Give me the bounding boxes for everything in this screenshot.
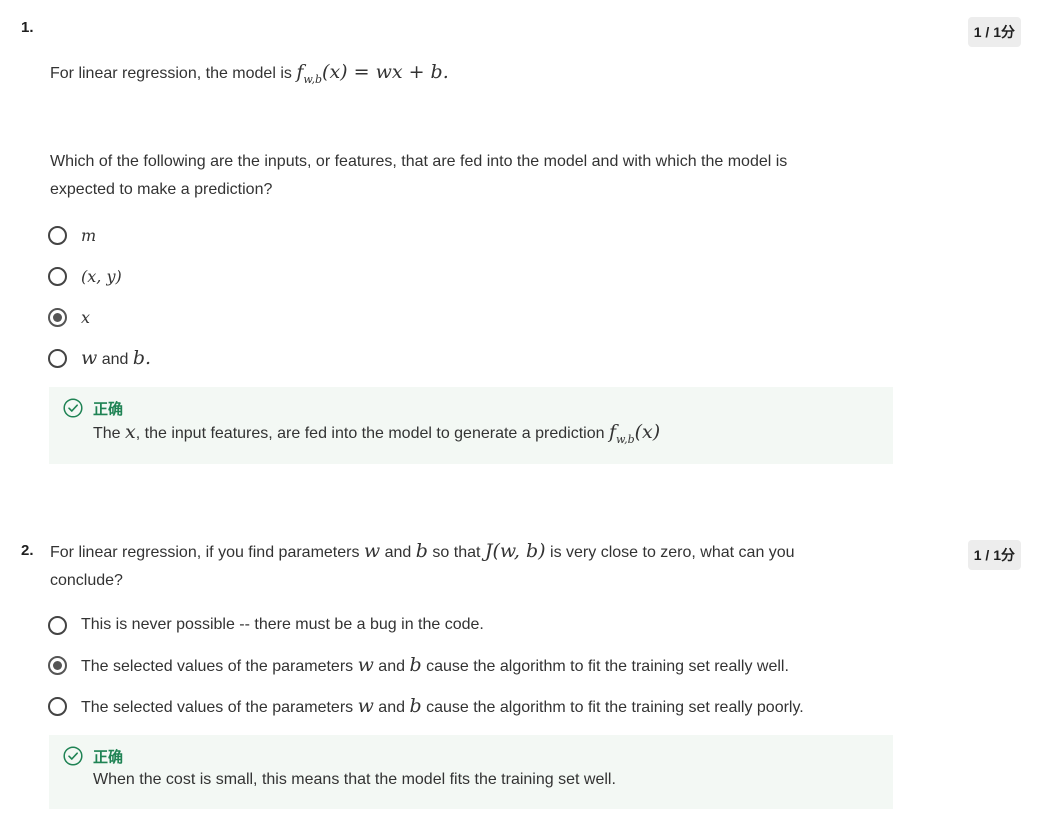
- radio-dot-icon: [53, 660, 62, 670]
- radio-button[interactable]: [48, 696, 67, 716]
- feedback-title: 正确: [93, 400, 124, 418]
- radio-dot-icon: [53, 312, 62, 322]
- question-2-number: 2.: [21, 542, 34, 559]
- option-label: m: [81, 225, 97, 245]
- radio-button[interactable]: [48, 615, 67, 635]
- check-circle-icon: [63, 746, 83, 766]
- q2-option-0[interactable]: This is never possible -- there must be …: [48, 611, 484, 639]
- q2-option-2[interactable]: The selected values of the parameters w …: [48, 692, 804, 720]
- radio-button-selected[interactable]: [48, 307, 67, 327]
- q1-option-3[interactable]: w and b.: [48, 344, 151, 372]
- radio-button-selected[interactable]: [48, 655, 67, 675]
- question-1-feedback: 正确 The x, the input features, are fed in…: [49, 387, 893, 464]
- check-circle-icon: [63, 398, 83, 418]
- q2-option-1[interactable]: The selected values of the parameters w …: [48, 651, 789, 679]
- question-2-stem: For linear regression, if you find param…: [50, 540, 795, 589]
- question-1-score: 1 / 1分: [967, 17, 1021, 47]
- stem-prefix: For linear regression, the model is: [50, 65, 297, 82]
- option-label: The selected values of the parameters w …: [81, 654, 789, 676]
- question-1-stem: For linear regression, the model is fw,b…: [50, 58, 449, 94]
- question-1-text: Which of the following are the inputs, o…: [50, 153, 788, 198]
- question-2-score: 1 / 1分: [967, 540, 1021, 570]
- radio-button[interactable]: [48, 266, 67, 286]
- option-label: x: [81, 307, 91, 327]
- feedback-title: 正确: [93, 748, 124, 766]
- q1-option-1[interactable]: (x, y): [48, 262, 122, 290]
- stem-formula: fw,b(x) = wx + b.: [296, 61, 449, 86]
- option-label: This is never possible -- there must be …: [81, 616, 484, 633]
- question-1-number: 1.: [21, 19, 34, 36]
- feedback-text: When the cost is small, this means that …: [93, 771, 616, 788]
- question-2-feedback: 正确 When the cost is small, this means th…: [49, 735, 893, 809]
- feedback-text: The x, the input features, are fed into …: [93, 421, 661, 446]
- q1-option-0[interactable]: m: [48, 221, 96, 249]
- option-label: (x, y): [81, 266, 122, 286]
- option-label: w and b.: [81, 347, 152, 369]
- q1-option-2[interactable]: x: [48, 303, 90, 331]
- radio-button[interactable]: [48, 348, 67, 368]
- radio-button[interactable]: [48, 225, 67, 245]
- option-label: The selected values of the parameters w …: [81, 695, 804, 717]
